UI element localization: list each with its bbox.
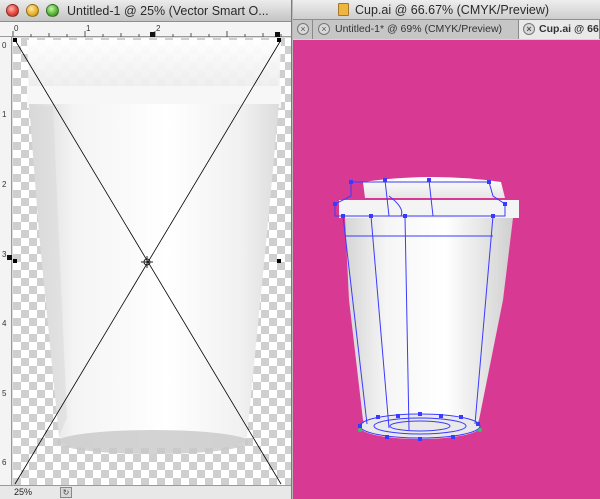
tab-untitled-1[interactable]: × Untitled-1* @ 69% (CMYK/Preview) — [313, 20, 519, 39]
status-info-icon[interactable]: ↻ — [60, 487, 72, 498]
tab-close-icon[interactable]: × — [523, 23, 535, 35]
minimize-icon[interactable] — [26, 4, 39, 17]
document-tab-bar: × × Untitled-1* @ 69% (CMYK/Preview) × C… — [293, 20, 600, 39]
ruler-ticks — [12, 31, 282, 37]
vertical-ruler[interactable]: 0 1 2 3 4 5 6 — [0, 37, 12, 485]
photoshop-status-bar: 25% ↻ — [0, 485, 291, 499]
smart-object-cup-layer[interactable] — [13, 38, 292, 485]
desktop: Untitled-1 @ 25% (Vector Smart O... 0 1 … — [0, 0, 600, 499]
tab-previous-document[interactable]: × — [293, 20, 313, 39]
photoshop-document-window: Untitled-1 @ 25% (Vector Smart O... 0 1 … — [0, 0, 292, 499]
zoom-icon[interactable] — [46, 4, 59, 17]
ruler-ticks — [7, 255, 12, 260]
tab-close-icon[interactable]: × — [318, 23, 330, 35]
illustrator-document-window: Cup.ai @ 66.67% (CMYK/Preview) × × Untit… — [293, 0, 600, 499]
tab-label: Untitled-1* @ 69% (CMYK/Preview) — [335, 23, 503, 35]
close-icon[interactable] — [6, 4, 19, 17]
zoom-level-field[interactable]: 25% — [14, 487, 32, 497]
selected-cup-artwork[interactable] — [293, 40, 600, 499]
horizontal-ruler[interactable]: 0 1 2 — [0, 22, 291, 37]
illustrator-artboard[interactable] — [293, 40, 600, 499]
tab-cup-ai[interactable]: × Cup.ai @ 66.67% (CMYK/Preview) — [519, 20, 600, 39]
photoshop-titlebar[interactable]: Untitled-1 @ 25% (Vector Smart O... — [0, 0, 291, 22]
photoshop-canvas[interactable] — [13, 38, 292, 485]
tab-label: Cup.ai @ 66.67% (CMYK/Preview) — [539, 23, 599, 35]
ai-document-icon — [338, 3, 349, 16]
illustrator-titlebar[interactable]: Cup.ai @ 66.67% (CMYK/Preview) — [293, 0, 600, 20]
illustrator-window-title: Cup.ai @ 66.67% (CMYK/Preview) — [355, 3, 550, 17]
photoshop-window-title: Untitled-1 @ 25% (Vector Smart O... — [67, 4, 269, 18]
tab-close-icon[interactable]: × — [297, 23, 309, 35]
